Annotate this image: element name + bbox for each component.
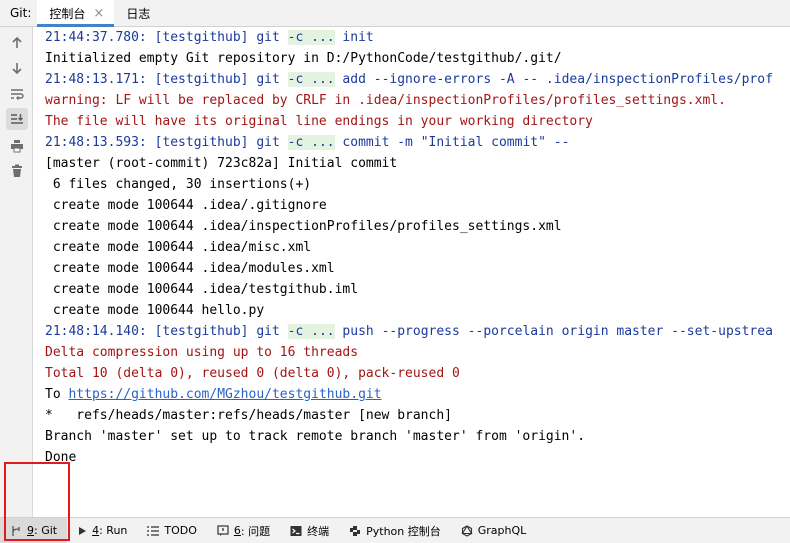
tab-label: 日志 bbox=[126, 6, 151, 21]
console-line: Done bbox=[45, 450, 77, 465]
console-line: The file will have its original line end… bbox=[45, 114, 593, 129]
python-console-icon bbox=[350, 525, 361, 536]
scroll-to-end-button[interactable] bbox=[6, 108, 28, 130]
console-line: warning: LF will be replaced by CRLF in … bbox=[45, 93, 726, 108]
graphql-tool-button[interactable]: GraphQL bbox=[451, 518, 537, 543]
console-line: To https://github.com/MGzhou/testgithub.… bbox=[45, 387, 382, 402]
console-line: create mode 100644 .idea/modules.xml bbox=[45, 261, 335, 276]
tool-window-bar: 9: Git 4: Run TODO 6: 问题 终端 Python 控制台 G… bbox=[0, 517, 790, 543]
console-line: create mode 100644 .idea/.gitignore bbox=[45, 198, 327, 213]
console-line: [master (root-commit) 723c82a] Initial c… bbox=[45, 156, 398, 171]
console-line: Delta compression using up to 16 threads bbox=[45, 345, 359, 360]
remote-url-link[interactable]: https://github.com/MGzhou/testgithub.git bbox=[68, 387, 381, 402]
run-tool-button[interactable]: 4: Run bbox=[67, 518, 137, 543]
console-line: 21:48:13.171: [testgithub] git -c ... ad… bbox=[45, 72, 773, 87]
problems-icon bbox=[217, 524, 229, 536]
soft-wrap-icon bbox=[11, 89, 24, 100]
arrow-up-icon bbox=[12, 36, 22, 48]
console-line: 21:48:14.140: [testgithub] git -c ... pu… bbox=[45, 324, 773, 339]
tab-console[interactable]: 控制台 × bbox=[37, 0, 115, 27]
trash-icon bbox=[12, 164, 22, 177]
soft-wrap-button[interactable] bbox=[6, 83, 28, 105]
down-button[interactable] bbox=[6, 57, 28, 79]
tab-log[interactable]: 日志 bbox=[114, 0, 160, 26]
console-line: 21:48:13.593: [testgithub] git -c ... co… bbox=[45, 135, 570, 150]
terminal-tool-button[interactable]: 终端 bbox=[280, 518, 339, 543]
clear-all-button[interactable] bbox=[6, 160, 28, 182]
arrow-down-icon bbox=[12, 63, 22, 75]
console-line: * refs/heads/master:refs/heads/master [n… bbox=[45, 408, 452, 423]
tab-label: 控制台 bbox=[49, 6, 86, 21]
console-line: Total 10 (delta 0), reused 0 (delta 0), … bbox=[45, 366, 460, 381]
todo-tool-button[interactable]: TODO bbox=[137, 518, 207, 543]
console-line: 21:44:37.780: [testgithub] git -c ... in… bbox=[45, 30, 374, 45]
tool-window-title: Git: bbox=[10, 6, 32, 20]
print-button[interactable] bbox=[6, 135, 28, 157]
console-toolbar bbox=[0, 27, 33, 517]
console-line: create mode 100644 .idea/inspectionProfi… bbox=[45, 219, 562, 234]
git-console-output[interactable]: 21:44:37.780: [testgithub] git -c ... in… bbox=[34, 27, 790, 517]
terminal-icon bbox=[290, 525, 302, 536]
tool-window-tabbar: Git: 控制台 × 日志 bbox=[0, 0, 790, 27]
console-line: create mode 100644 hello.py bbox=[45, 303, 265, 318]
problems-tool-button[interactable]: 6: 问题 bbox=[207, 518, 280, 543]
python-console-tool-button[interactable]: Python 控制台 bbox=[339, 518, 451, 543]
console-line: Branch 'master' set up to track remote b… bbox=[45, 429, 586, 444]
close-icon[interactable]: × bbox=[93, 7, 104, 20]
git-branch-icon bbox=[12, 525, 20, 536]
console-line: create mode 100644 .idea/misc.xml bbox=[45, 240, 312, 255]
run-icon bbox=[79, 526, 87, 535]
console-line: create mode 100644 .idea/testgithub.iml bbox=[45, 282, 359, 297]
git-tool-button[interactable]: 9: Git bbox=[0, 517, 68, 543]
todo-icon bbox=[147, 525, 160, 536]
console-line: Initialized empty Git repository in D:/P… bbox=[45, 51, 562, 66]
print-icon bbox=[11, 140, 23, 153]
up-button[interactable] bbox=[6, 32, 28, 54]
console-line: 6 files changed, 30 insertions(+) bbox=[45, 177, 312, 192]
scroll-to-end-icon bbox=[11, 114, 23, 124]
graphql-icon bbox=[461, 524, 473, 537]
